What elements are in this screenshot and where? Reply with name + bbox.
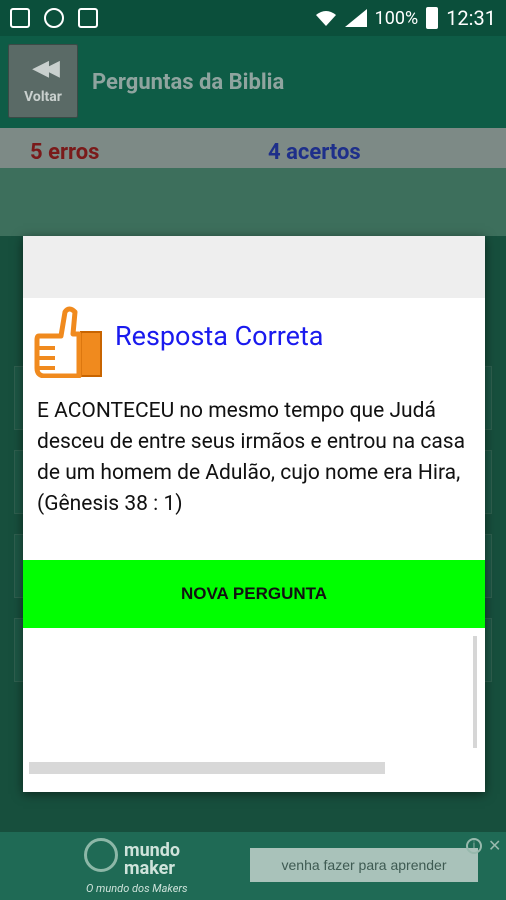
- page-title: Perguntas da Biblia: [92, 70, 285, 95]
- rewind-icon: ◀◀: [32, 56, 60, 81]
- mundo-maker-logo: [84, 838, 118, 872]
- hits-count: 4 acertos: [268, 140, 361, 165]
- ad-cta-button[interactable]: venha fazer para aprender: [250, 848, 478, 882]
- horizontal-scrollbar[interactable]: [29, 762, 385, 774]
- mail-notification-icon: [78, 8, 98, 28]
- vertical-scrollbar[interactable]: [473, 636, 477, 748]
- clock: 12:31: [446, 6, 496, 30]
- dialog-title: Resposta Correta: [115, 320, 324, 352]
- back-button-label: Voltar: [24, 89, 62, 105]
- ad-banner[interactable]: mundo maker O mundo dos Makers venha faz…: [0, 832, 506, 900]
- gallery-notification-icon: [10, 8, 30, 28]
- ad-tagline: O mundo dos Makers: [86, 882, 188, 895]
- signal-icon: [344, 9, 367, 27]
- sync-notification-icon: [44, 8, 64, 28]
- back-button[interactable]: ◀◀ Voltar: [8, 44, 78, 118]
- info-icon[interactable]: i: [466, 838, 482, 854]
- battery-icon: [426, 7, 439, 29]
- ad-brand: mundo maker: [124, 840, 181, 879]
- answer-dialog: Resposta Correta E ACONTECEU no mesmo te…: [23, 236, 485, 792]
- battery-level: 100%: [374, 7, 419, 29]
- close-icon[interactable]: ✕: [488, 836, 501, 855]
- thumbs-up-icon: [34, 306, 102, 378]
- answer-text: E ACONTECEU no mesmo tempo que Judá desc…: [37, 399, 465, 516]
- errors-count: 5 erros: [30, 140, 100, 165]
- score-bar: 5 erros 4 acertos: [0, 128, 506, 168]
- new-question-button[interactable]: NOVA PERGUNTA: [23, 560, 485, 628]
- wifi-icon: [315, 11, 336, 26]
- question-area-background: [0, 168, 506, 236]
- app-bar: ◀◀ Voltar Perguntas da Biblia: [0, 36, 506, 128]
- status-bar: 100% 12:31: [0, 0, 506, 36]
- dialog-header: [23, 236, 485, 298]
